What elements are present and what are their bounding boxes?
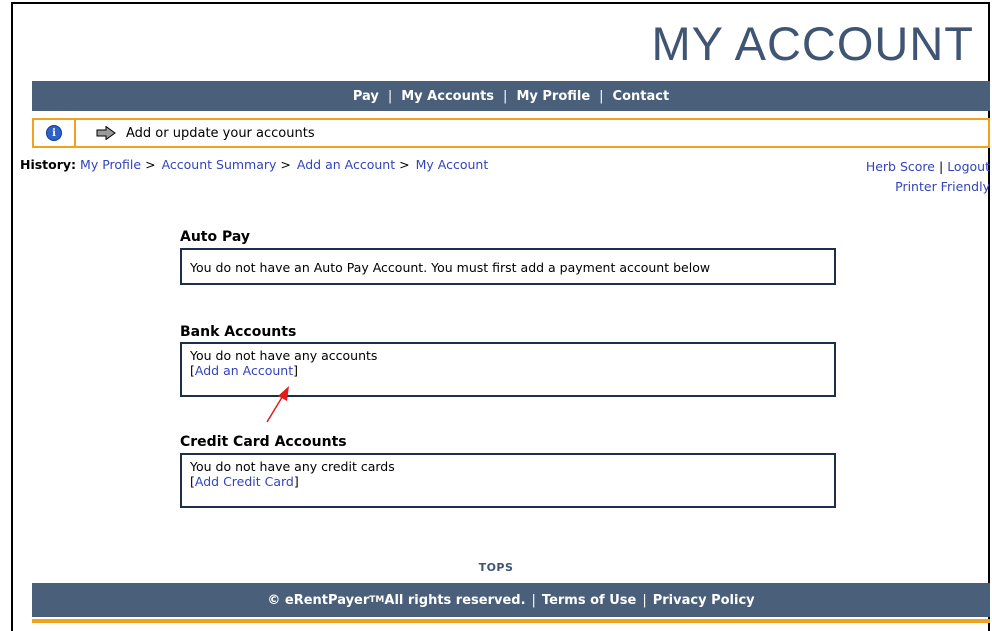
nav-contact[interactable]: Contact	[613, 89, 670, 104]
nav-my-profile[interactable]: My Profile	[516, 89, 590, 104]
autopay-text: You do not have an Auto Pay Account. You…	[190, 260, 711, 275]
footer-copyright: © eRentPayer	[267, 592, 370, 608]
top-navigation: Pay | My Accounts | My Profile | Contact	[32, 81, 990, 111]
bank-text: You do not have any accounts	[190, 348, 378, 363]
crumb-account-summary[interactable]: Account Summary	[162, 157, 277, 172]
user-name-link[interactable]: Herb Score	[866, 159, 935, 174]
nav-separator: |	[599, 88, 604, 104]
nav-pay[interactable]: Pay	[353, 89, 379, 104]
logout-link[interactable]: Logout	[947, 159, 990, 174]
bank-add-wrapper: [Add an Account]	[190, 363, 298, 378]
crumb-my-account[interactable]: My Account	[416, 157, 489, 172]
history-label: History:	[20, 157, 77, 172]
crumb-my-profile[interactable]: My Profile	[80, 157, 141, 172]
trademark: TM	[369, 595, 385, 605]
add-account-link[interactable]: Add an Account	[195, 363, 293, 378]
crumb-add-an-account[interactable]: Add an Account	[297, 157, 395, 172]
bank-title: Bank Accounts	[180, 324, 297, 340]
footer-rights: All rights reserved.	[384, 592, 526, 608]
nav-separator: |	[503, 88, 508, 104]
terms-of-use-link[interactable]: Terms of Use	[542, 593, 636, 608]
printer-friendly-link[interactable]: Printer Friendly	[895, 179, 990, 194]
autopay-box: You do not have an Auto Pay Account. You…	[180, 248, 836, 285]
breadcrumb: History: My Profile > Account Summary > Add …	[20, 157, 489, 172]
credit-text: You do not have any credit cards	[190, 459, 395, 474]
credit-title: Credit Card Accounts	[180, 434, 347, 450]
info-icon: i	[46, 125, 62, 141]
nav-separator: |	[387, 88, 393, 104]
credit-box: You do not have any credit cards [Add Cr…	[180, 453, 836, 508]
user-links: Herb Score | Logout Printer Friendly	[865, 159, 990, 194]
privacy-policy-link[interactable]: Privacy Policy	[653, 593, 755, 608]
footer: © eRentPayer TM All rights reserved. | Te…	[32, 583, 990, 617]
autopay-title: Auto Pay	[180, 229, 251, 245]
info-bar: i Add or update your accounts	[32, 118, 990, 148]
credit-add-wrapper: [Add Credit Card]	[190, 474, 299, 489]
right-arrow-icon	[96, 126, 116, 140]
add-credit-card-link[interactable]: Add Credit Card	[195, 474, 294, 489]
page-title: MY ACCOUNT	[651, 17, 974, 70]
red-pointer-arrow	[266, 386, 289, 423]
footer-accent-line	[32, 619, 990, 623]
info-message: Add or update your accounts	[126, 125, 315, 141]
tops-link[interactable]: TOPS	[0, 561, 992, 574]
nav-my-accounts[interactable]: My Accounts	[401, 89, 494, 104]
info-icon-cell: i	[34, 120, 76, 146]
